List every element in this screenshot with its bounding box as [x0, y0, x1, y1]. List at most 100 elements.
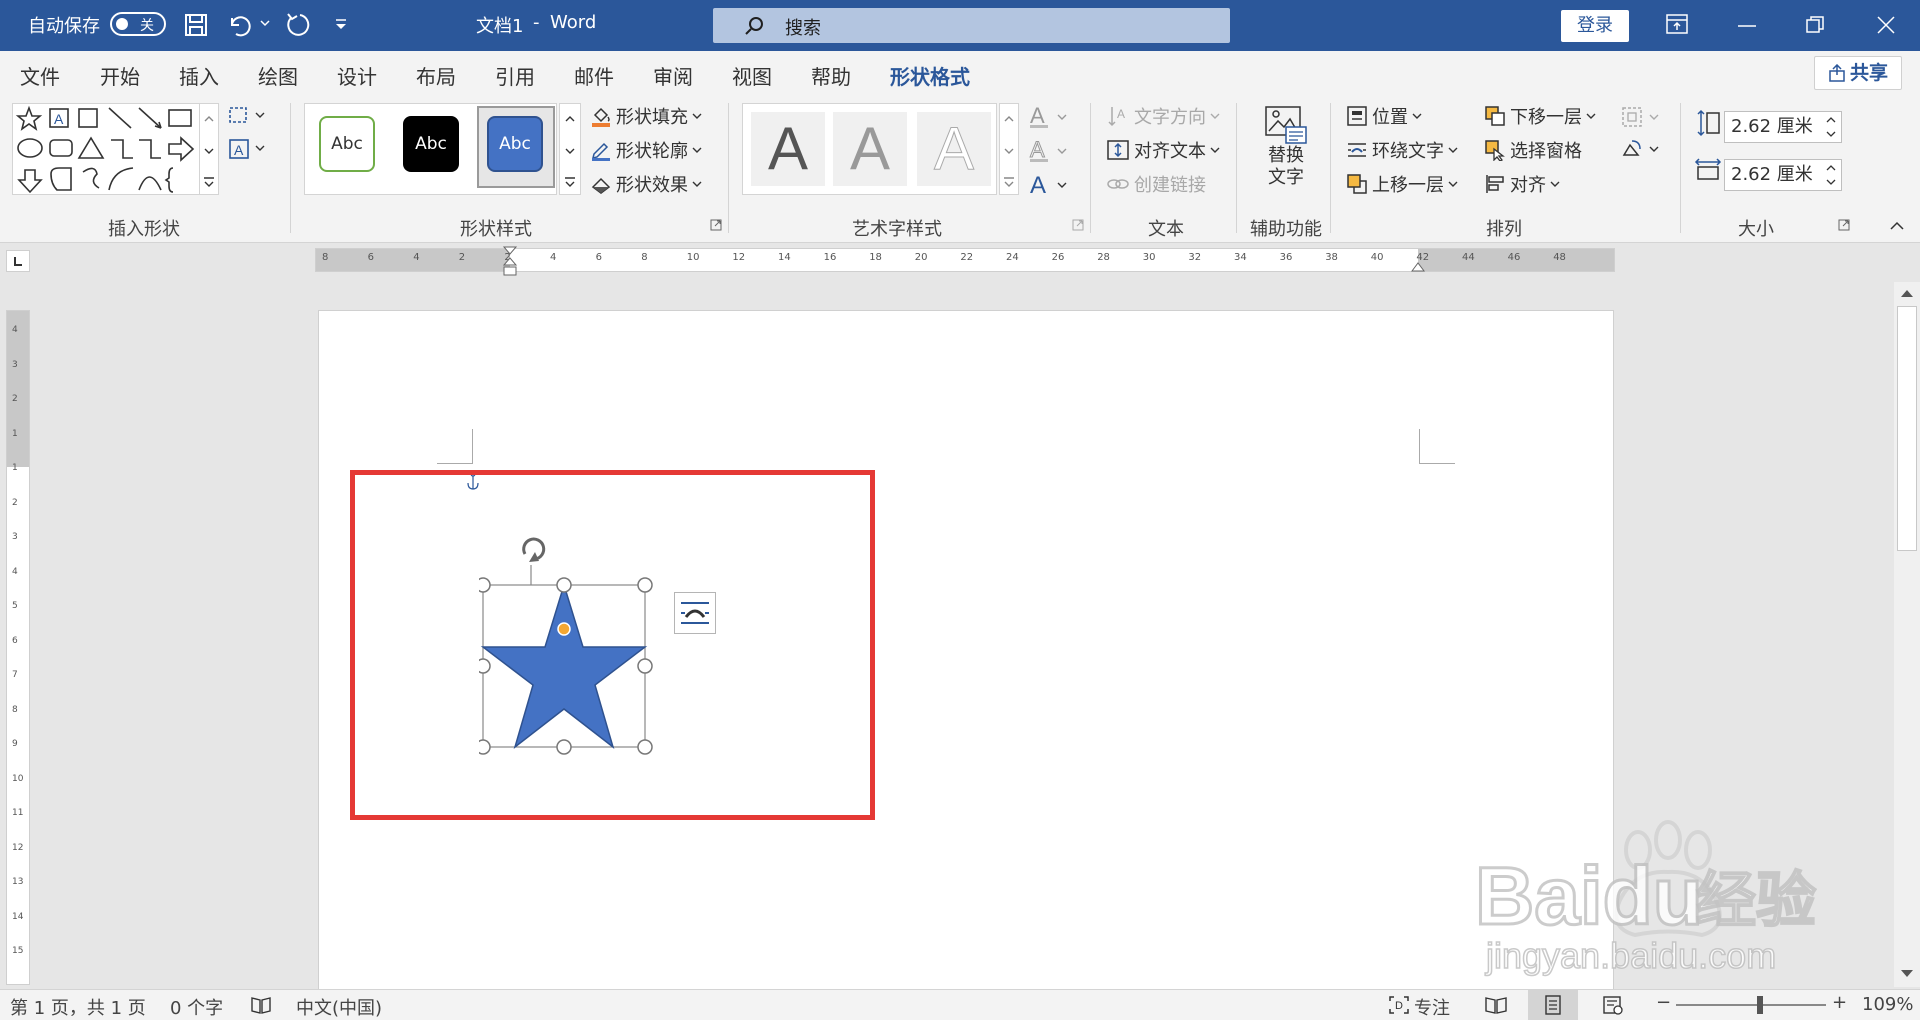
wordart-gallery[interactable]: A A A [742, 103, 997, 195]
word-count[interactable]: 0 个字 [170, 994, 223, 1020]
scroll-down-icon[interactable] [1898, 967, 1916, 981]
selection-pane-button[interactable]: 选择窗格 [1484, 137, 1582, 163]
customize-toolbar-icon[interactable] [334, 18, 348, 32]
shape-height-input[interactable]: 2.62 厘米 [1724, 111, 1842, 143]
shape-styles-gallery[interactable]: Abc Abc Abc [304, 103, 557, 195]
horizontal-ruler[interactable]: 8 6 4 2 2 4 6 8 10 12 14 16 18 20 22 24 26 28 30 32 34 36 38 40… [315, 246, 1615, 276]
dialog-launcher-icon[interactable] [710, 219, 722, 231]
search-box[interactable]: 搜索 [713, 8, 1230, 43]
read-mode-icon[interactable] [1484, 995, 1508, 1015]
shape-height-icon [1696, 109, 1722, 137]
text-box-icon[interactable]: A [228, 138, 268, 160]
tab-insert[interactable]: 插入 [179, 61, 219, 90]
focus-label[interactable]: 专注 [1414, 994, 1450, 1020]
style-preset-outline[interactable]: Abc [319, 116, 375, 172]
collapse-ribbon-icon[interactable] [1890, 221, 1904, 231]
shape-outline-button[interactable]: 形状轮廓 [590, 137, 702, 163]
redo-icon[interactable] [284, 12, 310, 38]
right-indent-marker-icon[interactable] [1410, 259, 1426, 273]
tab-review[interactable]: 审阅 [653, 61, 693, 90]
shape-fill-button[interactable]: 形状填充 [590, 103, 702, 129]
text-direction-button[interactable]: A 文字方向 [1106, 103, 1220, 129]
width-stepper-icon[interactable] [1825, 162, 1837, 188]
undo-dropdown-icon[interactable] [260, 18, 270, 28]
rotate-icon[interactable] [1620, 137, 1664, 161]
shapes-gallery[interactable]: A [12, 103, 217, 195]
style-preset-dark[interactable]: Abc [403, 116, 459, 172]
shape-width-input[interactable]: 2.62 厘米 [1724, 159, 1842, 191]
tab-design[interactable]: 设计 [337, 61, 377, 90]
group-objects-icon[interactable] [1620, 105, 1664, 129]
page-count[interactable]: 第 1 页，共 1 页 [10, 994, 146, 1020]
toggle-knob [116, 18, 128, 30]
chevron-down-icon [1210, 145, 1220, 155]
tab-file[interactable]: 文件 [20, 61, 60, 90]
tab-help[interactable]: 帮助 [811, 61, 851, 90]
ruler-number: 32 [1188, 252, 1202, 263]
tab-stop-selector[interactable] [6, 250, 30, 272]
text-effects-icon[interactable]: A [1028, 171, 1072, 199]
edit-shape-icon[interactable] [228, 105, 268, 127]
shape-effects-button[interactable]: 形状效果 [590, 171, 702, 197]
tab-draw[interactable]: 绘图 [258, 61, 298, 90]
margin-corner-mark [437, 463, 473, 464]
wordart-preset-gray[interactable]: A [751, 112, 825, 186]
height-stepper-icon[interactable] [1825, 114, 1837, 140]
scroll-up-icon[interactable] [1898, 286, 1916, 300]
dialog-launcher-icon[interactable] [1072, 219, 1084, 231]
ruler-number: 4 [12, 325, 18, 335]
close-icon[interactable] [1876, 15, 1896, 35]
share-button[interactable]: 共享 [1814, 56, 1902, 90]
dialog-launcher-icon[interactable] [1838, 219, 1850, 231]
shape-styles-scroll[interactable] [559, 103, 581, 195]
shapes-gallery-scroll[interactable] [199, 103, 219, 195]
zoom-slider-track[interactable] [1676, 1004, 1826, 1006]
wrap-text-button[interactable]: 环绕文字 [1346, 137, 1458, 163]
web-layout-icon[interactable] [1602, 995, 1624, 1015]
zoom-slider-thumb[interactable] [1757, 996, 1764, 1014]
create-link-button[interactable]: 创建链接 [1106, 171, 1206, 197]
print-layout-icon[interactable] [1543, 995, 1563, 1015]
shape-height-value: 2.62 厘米 [1731, 116, 1813, 137]
save-icon[interactable] [184, 13, 208, 37]
position-button[interactable]: 位置 [1346, 103, 1422, 129]
alt-text-button[interactable]: 替换 文字 [1256, 105, 1316, 205]
align-label: 对齐 [1510, 175, 1546, 196]
svg-text:A: A [1117, 107, 1125, 121]
tab-references[interactable]: 引用 [495, 61, 535, 90]
text-outline-icon[interactable]: A [1028, 137, 1072, 165]
style-preset-blue[interactable]: Abc [487, 116, 543, 172]
zoom-in-button[interactable]: + [1832, 992, 1847, 1013]
bring-forward-button[interactable]: 上移一层 [1346, 171, 1458, 197]
login-button[interactable]: 登录 [1561, 10, 1629, 42]
zoom-out-button[interactable]: − [1656, 992, 1671, 1013]
ribbon-display-icon[interactable] [1666, 14, 1688, 34]
tab-shape-format[interactable]: 形状格式 [890, 61, 970, 98]
focus-icon[interactable]: D [1388, 995, 1410, 1015]
align-text-button[interactable]: 对齐文本 [1106, 137, 1220, 163]
tab-layout[interactable]: 布局 [416, 61, 456, 90]
autosave-toggle[interactable]: 关 [110, 12, 166, 36]
wordart-preset-outline[interactable]: A [917, 112, 991, 186]
tab-home[interactable]: 开始 [100, 61, 140, 90]
tab-view[interactable]: 视图 [732, 61, 772, 90]
wordart-preset-light[interactable]: A [833, 112, 907, 186]
send-backward-button[interactable]: 下移一层 [1484, 103, 1596, 129]
text-fill-icon[interactable]: A [1028, 103, 1072, 131]
undo-icon[interactable] [226, 12, 252, 38]
tab-mailings[interactable]: 邮件 [574, 61, 614, 90]
proofing-icon[interactable] [250, 995, 272, 1015]
ruler-number: 10 [12, 773, 24, 784]
indent-marker-icon[interactable] [502, 245, 518, 277]
zoom-level[interactable]: 109% [1862, 994, 1913, 1015]
chevron-down-icon [1586, 111, 1596, 121]
vertical-ruler[interactable]: 4 3 2 1 1 2 3 4 5 6 7 8 9 10 11 12 13 14 15 [6, 310, 30, 985]
restore-icon[interactable] [1806, 16, 1824, 34]
group-label-arrange: 排列 [1486, 219, 1522, 240]
language[interactable]: 中文(中国) [296, 994, 382, 1020]
scroll-thumb[interactable] [1897, 306, 1917, 551]
align-button[interactable]: 对齐 [1484, 171, 1560, 197]
effects-icon [590, 173, 612, 195]
minimize-icon[interactable] [1738, 24, 1756, 28]
wordart-gallery-scroll[interactable] [999, 103, 1019, 195]
